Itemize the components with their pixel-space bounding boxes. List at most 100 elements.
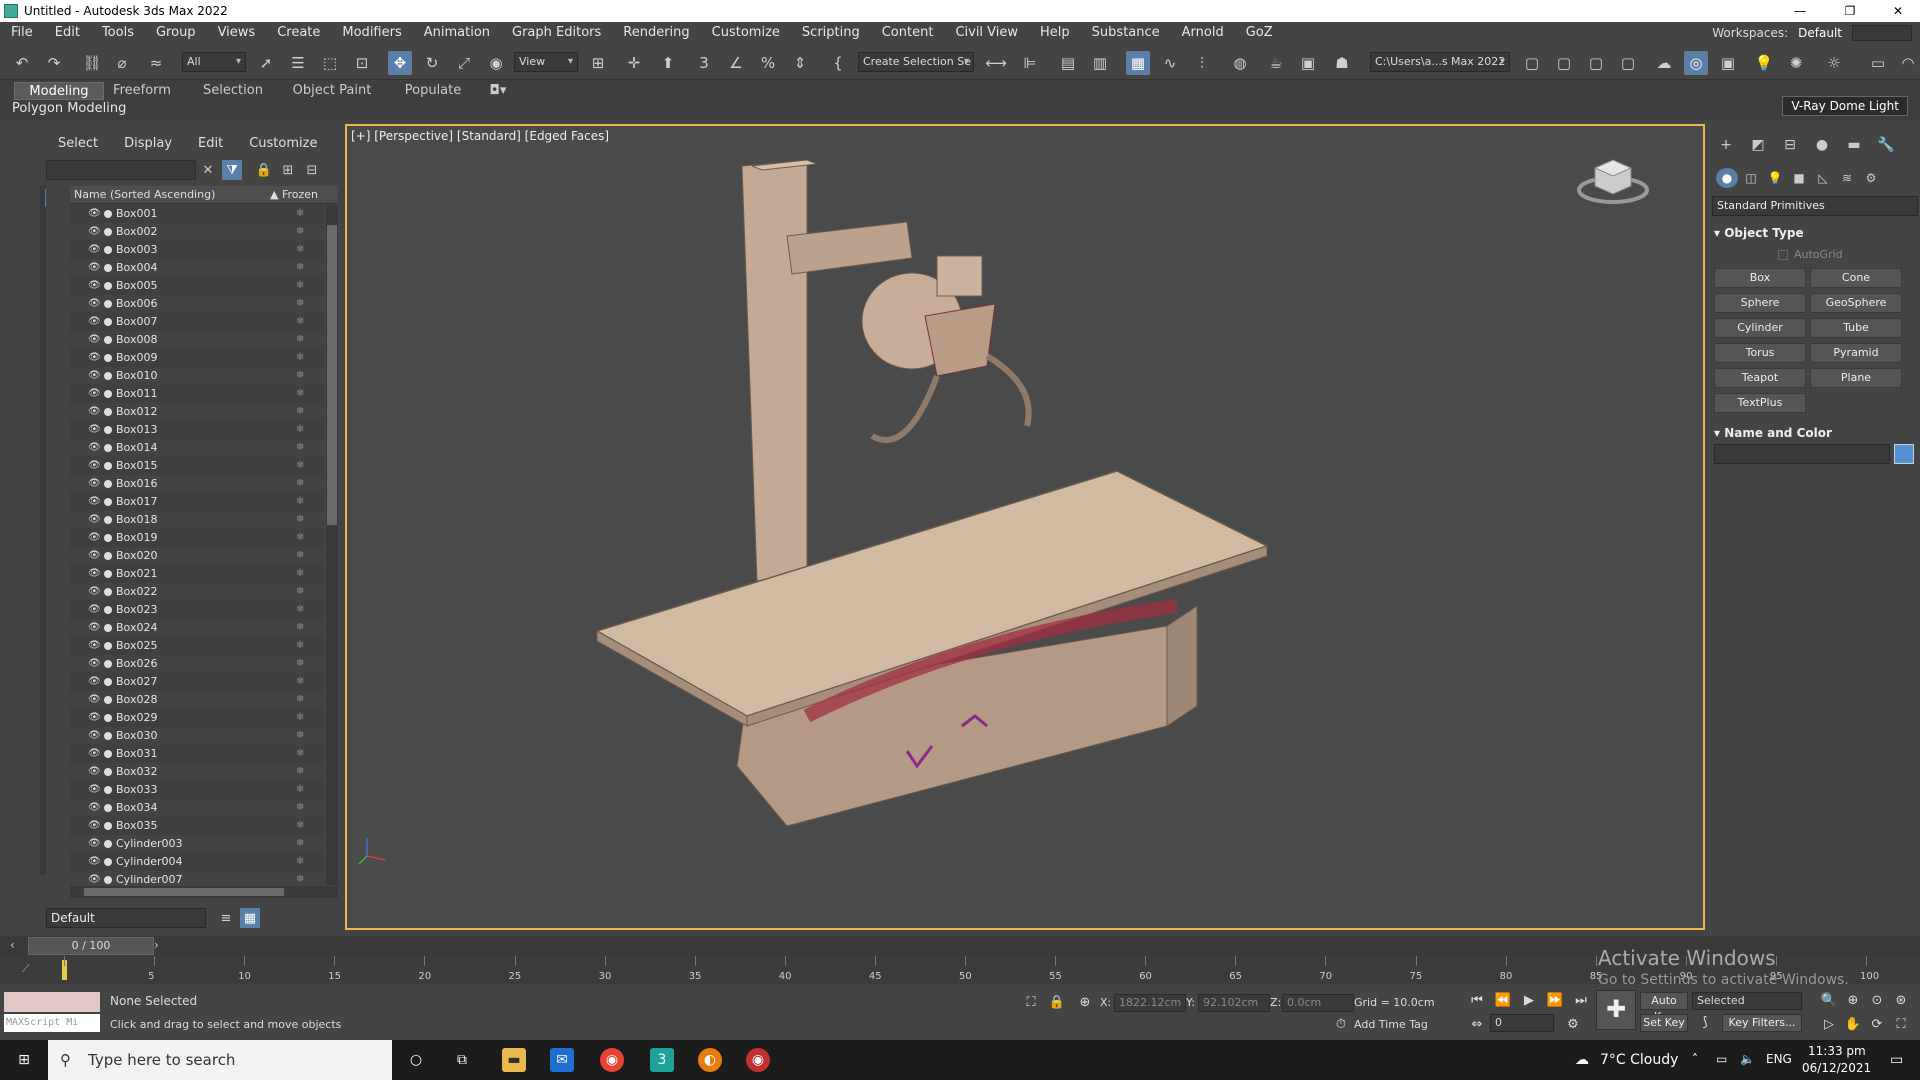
name-and-color-rollout[interactable]: ▾ Name and Color [1714, 426, 1832, 440]
ribbon-toggle-icon[interactable]: ▦ [1126, 51, 1150, 75]
material-editor-icon[interactable]: ◍ [1228, 51, 1252, 75]
freeze-toggle-icon[interactable]: ❄ [296, 313, 304, 331]
shapes-icon[interactable]: ◫ [1740, 168, 1762, 188]
object-name-input[interactable] [1714, 444, 1890, 464]
render-toggle-icon[interactable] [104, 660, 112, 668]
manipulate-icon[interactable]: ✛ [622, 51, 646, 75]
time-tag-icon[interactable]: ⏱ [1330, 1014, 1352, 1034]
freeze-toggle-icon[interactable]: ❄ [296, 385, 304, 403]
prev-frame-arrow-icon[interactable]: ‹ [10, 938, 15, 952]
play-icon[interactable]: ▶ [1518, 990, 1540, 1010]
visibility-eye-icon[interactable]: 👁 [88, 295, 101, 313]
vray-render-icon[interactable]: ▣ [1716, 51, 1740, 75]
render-toggle-icon[interactable] [104, 570, 112, 578]
next-frame-arrow-icon[interactable]: › [154, 938, 159, 952]
volume-icon[interactable]: 🔈 [1740, 1052, 1755, 1066]
tray-chevron-icon[interactable]: ˄ [1692, 1052, 1698, 1066]
visibility-eye-icon[interactable]: 👁 [88, 727, 101, 745]
tab-object-paint[interactable]: Object Paint [290, 82, 374, 100]
freeze-toggle-icon[interactable]: ❄ [296, 763, 304, 781]
visibility-eye-icon[interactable]: 👁 [88, 745, 101, 763]
prev-key-icon[interactable]: ⏪ [1492, 990, 1514, 1010]
orbit-icon[interactable]: ⟳ [1866, 1014, 1888, 1034]
render-setup-icon[interactable]: ☕ [1264, 51, 1288, 75]
freeze-toggle-icon[interactable]: ❄ [296, 439, 304, 457]
vray-dome-light-icon[interactable]: ◠ [1896, 51, 1920, 75]
key-mode-dropdown[interactable]: Selected [1692, 992, 1802, 1010]
table-row[interactable]: 👁 Cylinder004 ❄ [70, 853, 324, 871]
lights-icon[interactable]: 💡 [1764, 168, 1786, 188]
minimize-button[interactable]: — [1780, 0, 1820, 22]
render-toggle-icon[interactable] [104, 696, 112, 704]
freeze-toggle-icon[interactable]: ❄ [296, 637, 304, 655]
render-toggle-icon[interactable] [104, 606, 112, 614]
selection-lock-icon[interactable]: 🔒 [1046, 992, 1068, 1012]
hierarchy-icon[interactable]: ⊞ [278, 160, 298, 180]
table-row[interactable]: 👁 Box019 ❄ [70, 529, 324, 547]
table-row[interactable]: 👁 Box009 ❄ [70, 349, 324, 367]
toggle-layer-explorer-icon[interactable]: ▥ [1088, 51, 1112, 75]
table-row[interactable]: 👁 Box014 ❄ [70, 439, 324, 457]
table-row[interactable]: 👁 Box032 ❄ [70, 763, 324, 781]
menu-content[interactable]: Content [871, 22, 945, 44]
chrome-alt-icon[interactable]: ◉ [746, 1048, 770, 1072]
project-path-dropdown[interactable]: C:\Users\a...s Max 2022 [1370, 52, 1510, 72]
table-row[interactable]: 👁 Box021 ❄ [70, 565, 324, 583]
render-toggle-icon[interactable] [104, 642, 112, 650]
z-coord-field[interactable]: 0.0cm [1282, 994, 1354, 1012]
freeze-toggle-icon[interactable]: ❄ [296, 619, 304, 637]
render-toggle-icon[interactable] [104, 390, 112, 398]
menu-arnold[interactable]: Arnold [1171, 22, 1235, 44]
windows-start-icon[interactable]: ⊞ [12, 1048, 36, 1072]
zoom-icon[interactable]: 🔍 [1818, 990, 1840, 1010]
freeze-toggle-icon[interactable]: ❄ [296, 781, 304, 799]
vray-teapot-icon[interactable]: ☁ [1652, 51, 1676, 75]
visibility-eye-icon[interactable]: 👁 [88, 241, 101, 259]
polygon-modeling-panel[interactable]: Polygon Modeling [12, 101, 126, 116]
render-toggle-icon[interactable] [104, 264, 112, 272]
render-toggle-icon[interactable] [104, 336, 112, 344]
display-tab-icon[interactable]: ▬ [1842, 134, 1866, 156]
render-toggle-icon[interactable] [104, 516, 112, 524]
explorer-menu-select[interactable]: Select [46, 134, 111, 154]
render-toggle-icon[interactable] [104, 498, 112, 506]
field-of-view-icon[interactable]: ▷ [1818, 1014, 1840, 1034]
visibility-eye-icon[interactable]: 👁 [88, 799, 101, 817]
freeze-toggle-icon[interactable]: ❄ [296, 511, 304, 529]
freeze-toggle-icon[interactable]: ❄ [296, 475, 304, 493]
add-time-tag[interactable]: Add Time Tag [1354, 1018, 1428, 1031]
freeze-toggle-icon[interactable]: ❄ [296, 529, 304, 547]
menu-scripting[interactable]: Scripting [791, 22, 871, 44]
table-row[interactable]: 👁 Box024 ❄ [70, 619, 324, 637]
explorer-menu-customize[interactable]: Customize [236, 134, 330, 154]
visibility-eye-icon[interactable]: 👁 [88, 259, 101, 277]
table-row[interactable]: 👁 Box005 ❄ [70, 277, 324, 295]
named-selection-dropdown[interactable]: Create Selection Se [858, 52, 974, 72]
freeze-toggle-icon[interactable]: ❄ [296, 709, 304, 727]
rendered-frame-icon[interactable]: ▣ [1296, 51, 1320, 75]
render-toggle-icon[interactable] [104, 804, 112, 812]
render-toggle-icon[interactable] [104, 318, 112, 326]
freeze-toggle-icon[interactable]: ❄ [296, 853, 304, 871]
freeze-toggle-icon[interactable]: ❄ [296, 835, 304, 853]
maxscript-mini-input[interactable]: MAXScript Mi [4, 1014, 100, 1032]
menu-tools[interactable]: Tools [91, 22, 145, 44]
vray-plane-icon[interactable]: ▭ [1866, 51, 1890, 75]
scene-explorer-toggle-icon[interactable]: ▦ [240, 908, 260, 928]
visibility-eye-icon[interactable]: 👁 [88, 511, 101, 529]
teapot-button[interactable]: Teapot [1714, 368, 1806, 388]
filter-funnel-icon[interactable]: ⧩ [222, 160, 242, 180]
explorer-horizontal-scrollbar[interactable] [70, 886, 338, 898]
visibility-eye-icon[interactable]: 👁 [88, 655, 101, 673]
visibility-eye-icon[interactable]: 👁 [88, 673, 101, 691]
table-row[interactable]: 👁 Box031 ❄ [70, 745, 324, 763]
table-row[interactable]: 👁 Box011 ❄ [70, 385, 324, 403]
render-toggle-icon[interactable] [104, 588, 112, 596]
weather-cloud-icon[interactable]: ☁ [1570, 1048, 1594, 1072]
table-row[interactable]: 👁 Box001 ❄ [70, 205, 324, 223]
vray-light-icon[interactable]: 💡 [1752, 51, 1776, 75]
space-warps-icon[interactable]: ≋ [1836, 168, 1858, 188]
layer-manager-icon[interactable]: ≡ [216, 908, 236, 928]
3dsmax-taskbar-icon[interactable]: 3 [650, 1048, 674, 1072]
freeze-toggle-icon[interactable]: ❄ [296, 421, 304, 439]
